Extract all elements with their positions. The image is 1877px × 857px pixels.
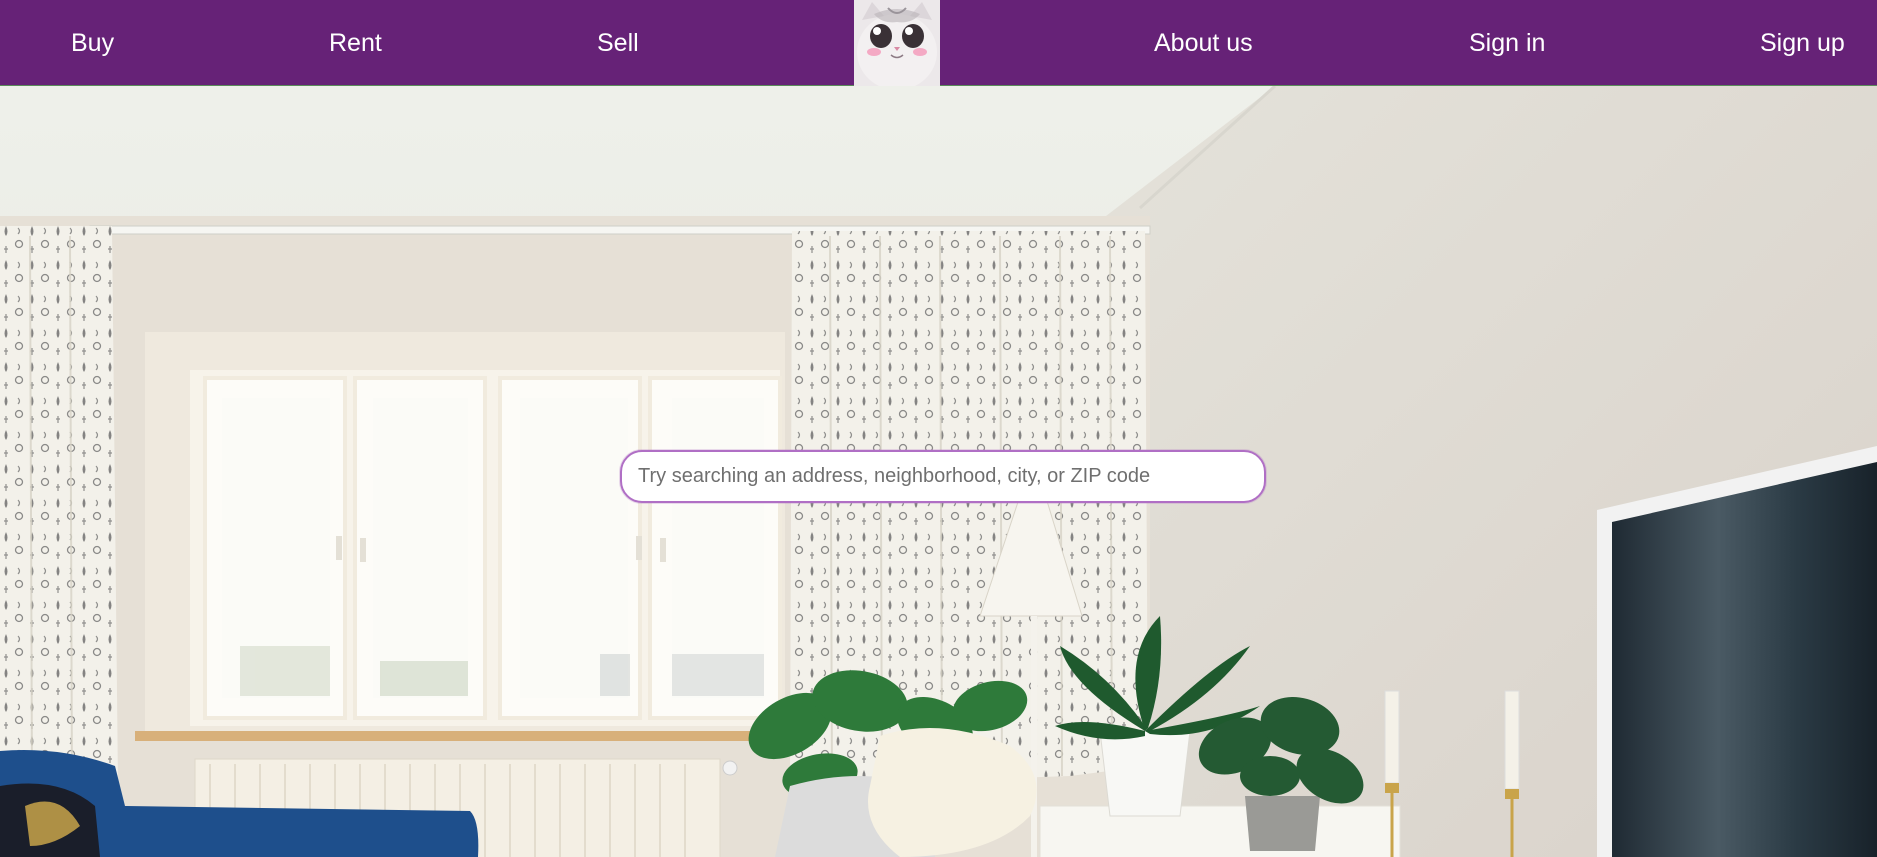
search-input[interactable]	[620, 450, 1266, 503]
nav-sign-in-link[interactable]: Sign in	[1469, 0, 1545, 86]
nav-sign-up-link[interactable]: Sign up	[1760, 0, 1845, 86]
nav-about-us-link[interactable]: About us	[1154, 0, 1253, 86]
top-navigation-bar: Buy Rent Sell About us Sign in Sign up	[0, 0, 1877, 86]
nav-buy-link[interactable]: Buy	[71, 0, 114, 86]
nav-sell-link[interactable]: Sell	[597, 0, 639, 86]
nav-rent-link[interactable]: Rent	[329, 0, 382, 86]
logo-cat-icon[interactable]	[854, 0, 940, 86]
